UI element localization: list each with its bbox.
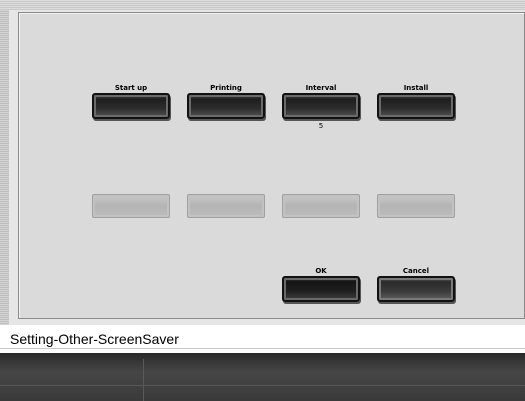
start-up-label: Start up bbox=[114, 84, 148, 92]
printing-group: Printing bbox=[187, 84, 265, 119]
start-up-group: Start up bbox=[92, 84, 170, 119]
cancel-label: Cancel bbox=[402, 267, 430, 275]
settings-window: Start up Printing Interval 5 Install OK … bbox=[0, 0, 525, 325]
empty-button-2 bbox=[187, 194, 265, 218]
install-group: Install bbox=[377, 84, 455, 119]
ok-group: OK bbox=[282, 267, 360, 302]
status-bar: Setting-Other-ScreenSaver bbox=[0, 325, 525, 353]
breadcrumb: Setting-Other-ScreenSaver bbox=[10, 331, 179, 347]
empty-button-4 bbox=[377, 194, 455, 218]
bottom-divider bbox=[143, 359, 144, 401]
install-label: Install bbox=[403, 84, 429, 92]
start-up-button[interactable] bbox=[92, 93, 170, 119]
empty-button-1 bbox=[92, 194, 170, 218]
ok-label: OK bbox=[315, 267, 327, 275]
left-border bbox=[0, 10, 9, 325]
interval-button[interactable] bbox=[282, 93, 360, 119]
interval-group: Interval 5 bbox=[282, 84, 360, 130]
cancel-button[interactable] bbox=[377, 276, 455, 302]
interval-value: 5 bbox=[318, 122, 324, 130]
status-divider bbox=[0, 348, 525, 349]
bottom-band bbox=[0, 385, 525, 386]
top-border bbox=[0, 0, 525, 10]
ok-button[interactable] bbox=[282, 276, 360, 302]
install-button[interactable] bbox=[377, 93, 455, 119]
bottom-bar bbox=[0, 353, 525, 401]
cancel-group: Cancel bbox=[377, 267, 455, 302]
empty-button-3 bbox=[282, 194, 360, 218]
printing-label: Printing bbox=[210, 84, 242, 92]
printing-button[interactable] bbox=[187, 93, 265, 119]
interval-label: Interval bbox=[305, 84, 337, 92]
